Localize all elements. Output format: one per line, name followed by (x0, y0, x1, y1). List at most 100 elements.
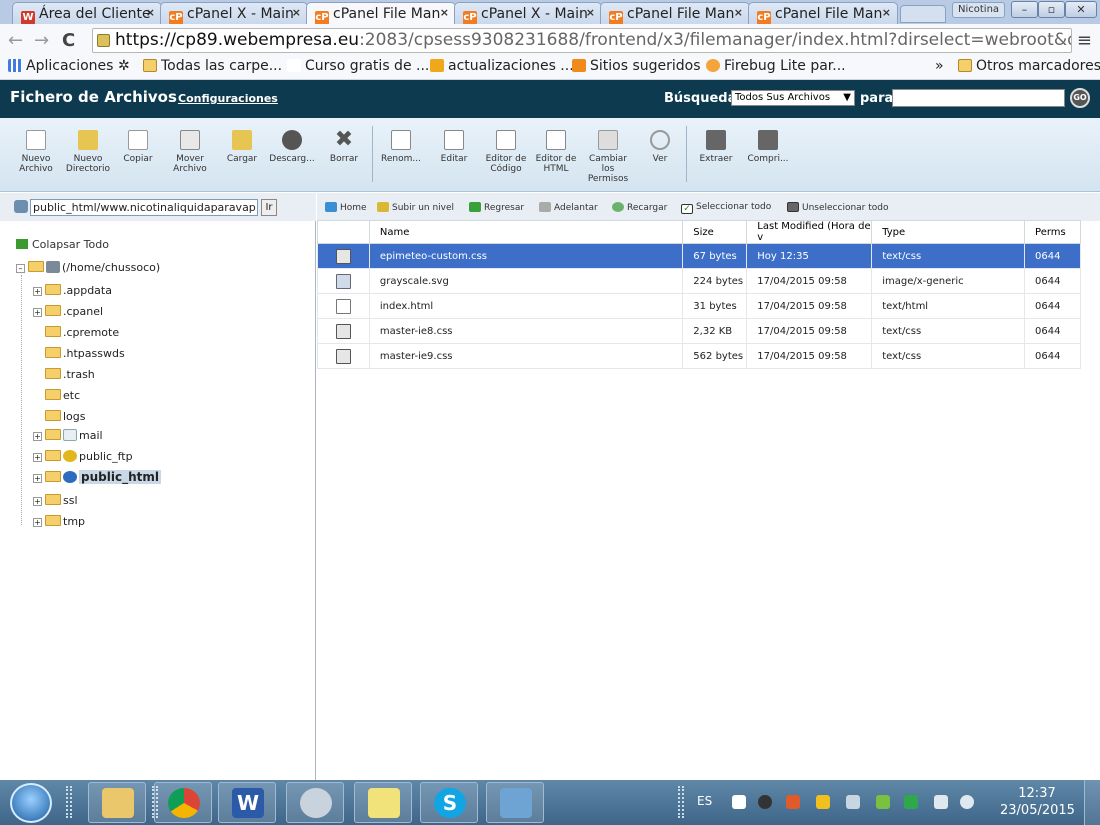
file-perms[interactable]: 0644 (1024, 343, 1081, 369)
close-tab-icon[interactable]: × (882, 6, 891, 19)
path-input[interactable]: public_html/www.nicotinaliquidaparavap (30, 199, 258, 216)
start-button[interactable] (10, 783, 52, 823)
copy-button[interactable]: Copiar (112, 130, 164, 164)
settings-link[interactable]: Configuraciones (178, 92, 278, 105)
compress-button[interactable]: Compri... (742, 130, 794, 164)
reload-icon[interactable]: C (62, 30, 75, 51)
tree-folder-selected[interactable]: + public_html (33, 469, 161, 485)
chrome-menu-icon[interactable]: ≡ (1077, 30, 1092, 51)
tree-folder[interactable]: etc (33, 388, 80, 404)
delete-button[interactable]: ✖ Borrar (318, 129, 370, 165)
table-row[interactable]: grayscale.svg 224 bytes 17/04/2015 09:58… (317, 268, 1081, 294)
file-name[interactable]: epimeteo-custom.css (368, 243, 684, 269)
close-tab-icon[interactable]: × (734, 6, 743, 19)
taskbar-skype[interactable]: S (420, 782, 478, 823)
sp-tray-icon[interactable] (732, 795, 746, 809)
tree-folder[interactable]: .cpremote (33, 325, 119, 341)
tree-folder[interactable]: logs (33, 409, 86, 425)
tree-folder[interactable]: + tmp (33, 514, 85, 530)
volume-icon[interactable] (960, 795, 974, 809)
bookmark-sitios[interactable]: Sitios sugeridos (572, 58, 701, 74)
maximize-button[interactable]: ▫ (1038, 1, 1065, 18)
download-button[interactable]: Descarg... (266, 130, 318, 164)
collapse-all-link[interactable]: Colapsar Todo (16, 238, 109, 251)
notification-tray-icon[interactable] (816, 795, 830, 809)
go-path-button[interactable]: Ir (261, 199, 277, 216)
search-go-button[interactable]: GO (1070, 88, 1090, 108)
ssl-warning-icon[interactable] (97, 34, 110, 47)
taskbar-explorer[interactable] (88, 782, 146, 823)
file-name[interactable]: master-ie9.css (368, 343, 684, 369)
bookmark-firebug[interactable]: Firebug Lite par... (706, 58, 846, 74)
taskbar-snipping[interactable] (286, 782, 344, 823)
taskbar-photos[interactable] (486, 782, 544, 823)
column-header-perms[interactable]: Perms (1024, 220, 1081, 244)
show-desktop-button[interactable] (1084, 780, 1100, 825)
minimize-button[interactable]: – (1011, 1, 1038, 18)
bookmarks-overflow[interactable]: » (935, 58, 944, 74)
reload-button[interactable]: Recargar (612, 202, 667, 213)
unselect-all-button[interactable]: Unseleccionar todo (787, 202, 889, 213)
back-button[interactable]: Regresar (469, 202, 524, 213)
security-tray-icon[interactable] (876, 795, 890, 809)
table-row[interactable]: master-ie8.css 2,32 KB 17/04/2015 09:58 … (317, 318, 1081, 344)
move-button[interactable]: Mover Archivo (164, 130, 216, 174)
tree-folder[interactable]: + public_ftp (33, 449, 133, 465)
rename-button[interactable]: Renom... (375, 130, 427, 164)
home-button[interactable]: Home (325, 202, 367, 213)
system-clock[interactable]: 12:37 23/05/2015 (1000, 785, 1075, 819)
table-row-selected[interactable]: epimeteo-custom.css 67 bytes Hoy 12:35 t… (317, 243, 1081, 269)
new-tab-button[interactable] (900, 5, 946, 23)
column-header-type[interactable]: Type (871, 220, 1026, 244)
close-tab-icon[interactable]: × (586, 6, 595, 19)
file-perms[interactable]: 0644 (1024, 318, 1081, 344)
tree-folder[interactable]: + .appdata (33, 283, 112, 299)
taskbar-word[interactable]: W (218, 782, 276, 823)
html-editor-button[interactable]: Editor de HTML (530, 130, 582, 174)
browser-tab-active[interactable]: cP cPanel File Man × (306, 2, 456, 25)
file-perms[interactable]: 0644 (1024, 268, 1081, 294)
browser-tab[interactable]: cP cPanel File Man × (600, 2, 750, 24)
bookmark-folder[interactable]: Todas las carpe... (143, 58, 282, 74)
taskbar-sticky[interactable] (354, 782, 412, 823)
webcam-tray-icon[interactable] (758, 795, 772, 809)
tree-folder[interactable]: .trash (33, 367, 95, 383)
forward-arrow-icon[interactable]: → (34, 30, 49, 51)
browser-tab[interactable]: W Área del Cliente × (12, 2, 162, 24)
table-row[interactable]: index.html 31 bytes 17/04/2015 09:58 tex… (317, 293, 1081, 319)
bookmark-actualizaciones[interactable]: actualizaciones ... (430, 58, 574, 74)
new-file-button[interactable]: Nuevo Archivo (10, 130, 62, 174)
browser-tab[interactable]: cP cPanel X - Main × (160, 2, 308, 24)
upload-button[interactable]: Cargar (216, 130, 268, 164)
file-name[interactable]: master-ie8.css (368, 318, 684, 344)
column-header-size[interactable]: Size (682, 220, 748, 244)
tree-folder[interactable]: .htpasswds (33, 346, 125, 362)
file-name[interactable]: grayscale.svg (368, 268, 684, 294)
close-tab-icon[interactable]: × (440, 6, 449, 19)
bookmark-settings[interactable]: ✲ (118, 58, 130, 74)
select-all-button[interactable]: ✓ Seleccionar todo (681, 202, 771, 214)
file-perms[interactable]: 0644 (1024, 293, 1081, 319)
connection-tray-icon[interactable] (846, 795, 860, 809)
forward-button[interactable]: Adelantar (539, 202, 598, 213)
signal-bars-icon[interactable] (934, 795, 948, 809)
back-arrow-icon[interactable]: ← (8, 30, 23, 51)
view-button[interactable]: Ver (634, 130, 686, 164)
update-tray-icon[interactable] (904, 795, 918, 809)
tree-root[interactable]: – (/home/chussoco) (16, 260, 160, 276)
tree-folder[interactable]: + ssl (33, 493, 78, 509)
browser-tab[interactable]: cP cPanel File Man × (748, 2, 898, 24)
file-name[interactable]: index.html (368, 293, 684, 319)
taskbar-chrome[interactable] (154, 782, 212, 823)
close-tab-icon[interactable]: × (292, 6, 301, 19)
close-tab-icon[interactable]: × (146, 6, 155, 19)
browser-tab[interactable]: cP cPanel X - Main × (454, 2, 602, 24)
new-folder-button[interactable]: Nuevo Directorio (62, 130, 114, 174)
close-window-button[interactable]: ✕ (1065, 1, 1097, 18)
change-permissions-button[interactable]: Cambiar los Permisos (582, 130, 634, 184)
profile-button[interactable]: Nicotina (952, 2, 1006, 18)
file-perms[interactable]: 0644 (1024, 243, 1081, 269)
code-editor-button[interactable]: Editor de Código (480, 130, 532, 174)
antivirus-tray-icon[interactable] (786, 795, 800, 809)
tree-folder[interactable]: + .cpanel (33, 304, 103, 320)
